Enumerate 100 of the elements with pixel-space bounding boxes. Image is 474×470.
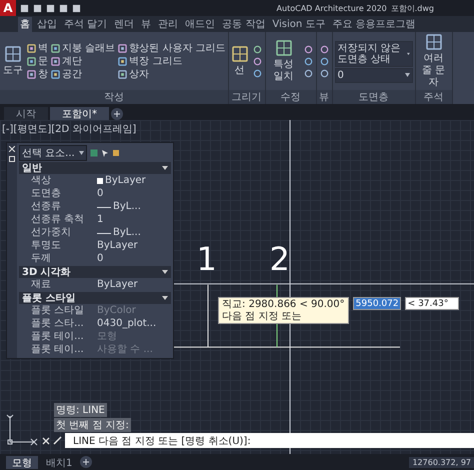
property-name: 선가중치 bbox=[30, 227, 72, 239]
ribbon-button[interactable]: 창 bbox=[27, 68, 48, 80]
caret-icon bbox=[162, 296, 168, 300]
app-title: AutoCAD Architecture 2020 bbox=[276, 4, 387, 12]
caret-icon bbox=[162, 166, 168, 170]
toggle-icon[interactable] bbox=[90, 149, 98, 157]
plus-icon bbox=[83, 459, 90, 465]
ribbon-tab[interactable]: 홈 bbox=[18, 16, 32, 32]
property-value[interactable]: 1 bbox=[97, 214, 171, 226]
panel-title[interactable]: 그리기 bbox=[228, 90, 265, 104]
tool-icon bbox=[5, 46, 21, 62]
menu-icon[interactable] bbox=[9, 156, 15, 162]
tool-icon[interactable] bbox=[302, 68, 314, 79]
tool-icon[interactable] bbox=[318, 68, 330, 79]
panel-title[interactable]: 뷰 bbox=[316, 90, 332, 104]
property-name: 두께 bbox=[30, 253, 52, 265]
ribbon-button[interactable]: 벽장 그리드 bbox=[118, 56, 226, 68]
layer-dropdown[interactable]: 저장되지 않은 도면층 상태 bbox=[334, 40, 413, 66]
ribbon-button[interactable]: 도구 bbox=[2, 46, 24, 77]
property-name: 투명도 bbox=[30, 240, 62, 252]
coordinates-readout: 12760.372, 97 bbox=[409, 456, 474, 468]
section-header[interactable]: 3D 시각화 bbox=[19, 266, 171, 278]
distance-input[interactable]: 5950.072 bbox=[352, 297, 401, 310]
section-header[interactable]: 일반 bbox=[19, 162, 171, 174]
file-name: 포함이.dwg bbox=[390, 2, 434, 14]
ribbon-tab[interactable]: 뷰 bbox=[139, 16, 154, 32]
property-name: 플롯 테이... bbox=[30, 344, 85, 356]
quick-select-icon[interactable] bbox=[112, 149, 120, 157]
tool-icon[interactable] bbox=[318, 56, 330, 67]
close-icon[interactable] bbox=[42, 436, 50, 444]
ribbon-tab[interactable]: 애드인 bbox=[183, 16, 218, 32]
angle-input[interactable]: < 37.43° bbox=[404, 297, 459, 310]
close-icon[interactable] bbox=[9, 146, 15, 152]
tool-icon[interactable] bbox=[252, 56, 263, 67]
ribbon-button[interactable]: 선 bbox=[230, 46, 249, 77]
command-input[interactable]: LINE 다음 점 지정 또는 [명령 취소(U)]: bbox=[65, 433, 474, 448]
property-name: 플롯 테이... bbox=[30, 331, 85, 343]
tool-icon[interactable] bbox=[252, 44, 263, 55]
layout-tab[interactable]: 배치1 bbox=[40, 456, 78, 468]
property-name: 선종류 축척 bbox=[30, 214, 86, 226]
ribbon-button[interactable]: 공간 bbox=[51, 68, 116, 80]
property-name: 재료 bbox=[30, 279, 52, 291]
property-value[interactable]: 0430_plot... bbox=[97, 318, 171, 330]
ribbon-button[interactable]: 상자 bbox=[118, 68, 226, 80]
panel-title[interactable]: 작성 bbox=[0, 90, 228, 104]
layout-tab[interactable]: 모형 bbox=[6, 456, 38, 468]
property-value[interactable]: ByL... bbox=[97, 201, 171, 213]
ribbon-button[interactable]: 특성 일치 bbox=[268, 40, 300, 83]
property-value[interactable]: ByLayer bbox=[97, 279, 171, 291]
property-value[interactable]: 0 bbox=[97, 253, 171, 265]
property-name: 플롯 스타... bbox=[30, 318, 85, 330]
viewport-label[interactable]: [-][평면도][2D 와이어프레임] bbox=[2, 122, 136, 136]
property-value[interactable]: ByLayer bbox=[97, 175, 171, 187]
panel-title[interactable]: 도면층 bbox=[332, 90, 415, 104]
ribbon-tab[interactable]: Vision 도구 bbox=[270, 16, 328, 32]
tool-icon[interactable] bbox=[252, 68, 263, 79]
new-layout-button[interactable] bbox=[80, 456, 92, 468]
dropdown-caret-icon bbox=[78, 151, 84, 155]
ribbon-tab[interactable]: 렌더 bbox=[112, 16, 136, 32]
file-tab[interactable]: 시작 bbox=[4, 107, 48, 120]
app-menu-button[interactable]: A bbox=[0, 0, 16, 16]
layer-dropdown[interactable]: 0 bbox=[334, 68, 413, 82]
ribbon-button[interactable]: 계단 bbox=[51, 56, 116, 68]
dropdown-caret-icon bbox=[406, 52, 410, 56]
ucs-icon bbox=[4, 412, 40, 446]
ribbon-tab[interactable]: 관리 bbox=[156, 16, 180, 32]
property-name: 도면층 bbox=[30, 188, 62, 200]
drawing-text: 1 bbox=[196, 240, 217, 278]
property-name: 색상 bbox=[30, 175, 52, 187]
panel-title[interactable]: 수정 bbox=[266, 90, 316, 104]
ribbon-button[interactable]: 문 bbox=[27, 56, 48, 68]
select-icon[interactable] bbox=[100, 149, 109, 157]
caret-icon bbox=[162, 270, 168, 274]
dynamic-input-tooltip: 직교: 2980.866 < 90.00° 다음 점 지정 또는 bbox=[218, 297, 349, 324]
tool-icon[interactable] bbox=[302, 44, 314, 55]
ribbon-button[interactable]: 향상된 사용자 그리드 bbox=[118, 42, 226, 54]
selection-dropdown[interactable]: 선택 요소... bbox=[19, 145, 87, 161]
ribbon-tab[interactable]: 공동 작업 bbox=[220, 16, 268, 32]
ribbon-tab[interactable]: 주요 응용프로그램 bbox=[330, 16, 418, 32]
tool-icon bbox=[232, 46, 248, 62]
property-value[interactable]: 0 bbox=[97, 188, 171, 200]
property-name: 플롯 스타일 bbox=[30, 305, 86, 317]
panel-title[interactable]: 주석 bbox=[416, 90, 452, 104]
section-header[interactable]: 플롯 스타일 bbox=[19, 292, 171, 304]
property-value[interactable]: ByLayer bbox=[97, 240, 171, 252]
property-name: 선종류 bbox=[30, 201, 62, 213]
new-tab-button[interactable] bbox=[111, 108, 123, 120]
tool-icon[interactable] bbox=[318, 44, 330, 55]
ribbon-tab[interactable]: 주석 달기 bbox=[62, 16, 110, 32]
property-value[interactable]: ByL... bbox=[97, 227, 171, 239]
ribbon-tab[interactable]: 삽입 bbox=[35, 16, 59, 32]
drawing-canvas[interactable] bbox=[0, 120, 474, 454]
file-tab[interactable]: 포함이* bbox=[50, 107, 109, 120]
tool-icon[interactable] bbox=[302, 56, 314, 67]
tool-icon bbox=[426, 34, 442, 50]
ribbon-button[interactable]: 지붕 슬래브 bbox=[51, 42, 116, 54]
ribbon-button[interactable]: 여러 줄 문자 bbox=[418, 34, 450, 89]
ribbon-button[interactable]: 벽 bbox=[27, 42, 48, 54]
plus-icon bbox=[114, 111, 120, 117]
drawing-text: 2 bbox=[269, 240, 290, 278]
